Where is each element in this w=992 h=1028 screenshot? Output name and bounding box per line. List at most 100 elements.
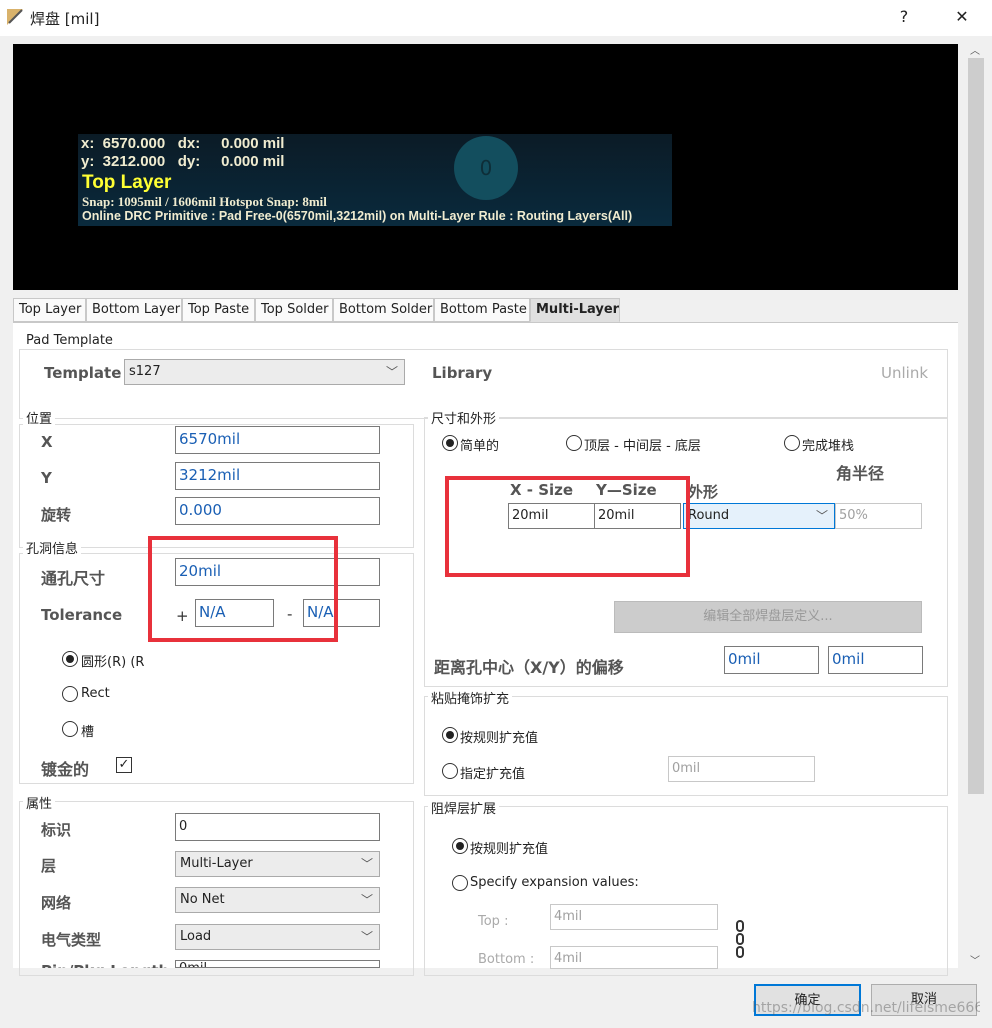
tab-top-paste[interactable]: Top Paste <box>182 298 255 322</box>
pad-dialog-icon <box>7 9 23 25</box>
net-select[interactable]: No Net ﹀ <box>175 887 380 913</box>
net-label: 网络 <box>41 894 72 912</box>
designator-label: 标识 <box>41 821 72 839</box>
round-hole-label: 圆形(R) (R <box>81 655 145 670</box>
slot-hole-label: 槽 <box>81 725 95 740</box>
electrical-type-value: Load <box>180 929 212 944</box>
slot-hole-radio[interactable] <box>62 721 78 737</box>
y-field[interactable]: 3212mil <box>175 462 380 490</box>
properties-panel: Pad Template Template s127 ﹀ Library Unli… <box>13 322 958 976</box>
offset-label: 距离孔中心（X/Y）的偏移 <box>434 658 624 677</box>
rect-hole-radio[interactable] <box>62 686 78 702</box>
position-title: 位置 <box>23 408 56 427</box>
pin-length-field[interactable]: 0mil <box>175 960 380 968</box>
tolerance-label: Tolerance <box>41 606 123 624</box>
title-bar: 焊盘 [mil] ? ✕ <box>0 0 992 36</box>
solder-bottom-label: Bottom : <box>478 952 535 967</box>
solder-top-field[interactable]: 4mil <box>550 904 718 930</box>
shape-label: 外形 <box>688 483 719 501</box>
round-hole-radio[interactable] <box>62 651 78 667</box>
paste-rule-radio[interactable] <box>442 727 458 743</box>
annotation-box-hole-size <box>148 536 338 642</box>
plated-checkbox[interactable]: ✓ <box>116 757 132 773</box>
template-value: s127 <box>129 364 161 379</box>
full-stack-label: 完成堆栈 <box>802 439 855 454</box>
template-label: Template <box>44 364 122 382</box>
tab-multi-layer[interactable]: Multi-Layer <box>530 298 620 322</box>
chevron-down-icon: ﹀ <box>815 509 828 523</box>
scrollbar-thumb[interactable] <box>968 58 984 794</box>
chevron-down-icon: ﹀ <box>360 893 373 907</box>
y-label: Y <box>41 469 52 487</box>
tab-bottom-layer[interactable]: Bottom Layer <box>86 298 182 322</box>
designator-field[interactable]: 0 <box>175 813 380 841</box>
pad-template-title: Pad Template <box>23 333 116 348</box>
chevron-down-icon: ﹀ <box>360 930 373 944</box>
paste-mask-title: 粘贴掩饰扩充 <box>428 688 513 707</box>
electrical-type-select[interactable]: Load ﹀ <box>175 924 380 950</box>
chevron-down-icon: ﹀ <box>360 857 373 871</box>
offset-y-field[interactable]: 0mil <box>828 646 923 674</box>
scroll-up-icon[interactable]: ︿ <box>970 42 980 57</box>
solder-specify-radio[interactable] <box>452 875 468 891</box>
corner-radius-field[interactable]: 50% <box>835 503 922 529</box>
watermark: https://blog.csdn.net/lifeisme666 <box>752 1000 980 1016</box>
tab-bottom-paste[interactable]: Bottom Paste <box>434 298 530 322</box>
net-value: No Net <box>180 892 225 907</box>
x-label: X <box>41 433 53 451</box>
tab-top-solder[interactable]: Top Solder <box>255 298 333 322</box>
shape-value: Round <box>688 508 730 523</box>
hole-info-title: 孔洞信息 <box>23 538 82 557</box>
simple-radio[interactable] <box>442 435 458 451</box>
layer-value: Multi-Layer <box>180 856 253 871</box>
close-button[interactable]: ✕ <box>942 4 982 30</box>
chevron-down-icon: ﹀ <box>385 365 398 379</box>
layer-label: 层 <box>41 857 57 875</box>
scroll-down-icon[interactable]: ﹀ <box>970 952 980 967</box>
paste-rule-label: 按规则扩充值 <box>460 731 539 746</box>
shape-select[interactable]: Round ﹀ <box>683 503 835 529</box>
rect-hole-label: Rect <box>81 686 110 701</box>
tab-bottom-solder[interactable]: Bottom Solder <box>333 298 434 322</box>
hud-overlay: x: 6570.000 dx: 0.000 mil y: 3212.000 dy… <box>78 134 672 226</box>
top-mid-bottom-radio[interactable] <box>566 435 582 451</box>
hole-size-label: 通孔尺寸 <box>41 569 106 588</box>
offset-x-field[interactable]: 0mil <box>724 646 819 674</box>
electrical-type-label: 电气类型 <box>41 931 102 949</box>
corner-radius-label: 角半径 <box>836 464 885 483</box>
full-stack-radio[interactable] <box>784 435 800 451</box>
pad-shape[interactable]: 0 <box>454 136 518 200</box>
hud-y-line: y: 3212.000 dy: 0.000 mil <box>81 153 285 170</box>
solder-bottom-field[interactable]: 4mil <box>550 946 718 969</box>
simple-label: 简单的 <box>460 439 500 454</box>
x-field[interactable]: 6570mil <box>175 426 380 454</box>
help-button[interactable]: ? <box>884 4 924 30</box>
pin-length-label: Pin/Pkg Length <box>41 962 169 968</box>
unlink-link[interactable]: Unlink <box>881 364 928 382</box>
solder-specify-label: Specify expansion values: <box>470 875 639 890</box>
hud-x-line: x: 6570.000 dx: 0.000 mil <box>81 135 285 152</box>
edit-all-layers-button[interactable]: 编辑全部焊盘层定义... <box>614 601 922 633</box>
rotation-label: 旋转 <box>41 506 72 524</box>
hud-snap: Snap: 1095mil / 1606mil Hotspot Snap: 8m… <box>82 194 327 209</box>
solder-mask-title: 阻焊层扩展 <box>428 798 500 817</box>
library-label: Library <box>432 364 493 382</box>
top-mid-bottom-label: 顶层 - 中间层 - 底层 <box>584 439 701 454</box>
rotation-field[interactable]: 0.000 <box>175 497 380 525</box>
solder-rule-radio[interactable] <box>452 838 468 854</box>
size-shape-title: 尺寸和外形 <box>428 408 500 427</box>
properties-title: 属性 <box>23 793 56 812</box>
solder-rule-label: 按规则扩充值 <box>470 842 549 857</box>
paste-specify-radio[interactable] <box>442 763 458 779</box>
annotation-box-pad-size <box>445 476 690 577</box>
layer-select[interactable]: Multi-Layer ﹀ <box>175 851 380 877</box>
tab-top-layer[interactable]: Top Layer <box>13 298 86 322</box>
link-chain-icon[interactable] <box>735 919 745 959</box>
plated-label: 镀金的 <box>41 760 90 779</box>
solder-top-label: Top : <box>478 914 509 929</box>
window-title: 焊盘 [mil] <box>30 10 100 28</box>
paste-value-field[interactable]: 0mil <box>668 756 815 782</box>
template-select[interactable]: s127 ﹀ <box>124 359 405 385</box>
paste-specify-label: 指定扩充值 <box>460 767 526 782</box>
hud-drc: Online DRC Primitive : Pad Free-0(6570mi… <box>82 209 633 223</box>
